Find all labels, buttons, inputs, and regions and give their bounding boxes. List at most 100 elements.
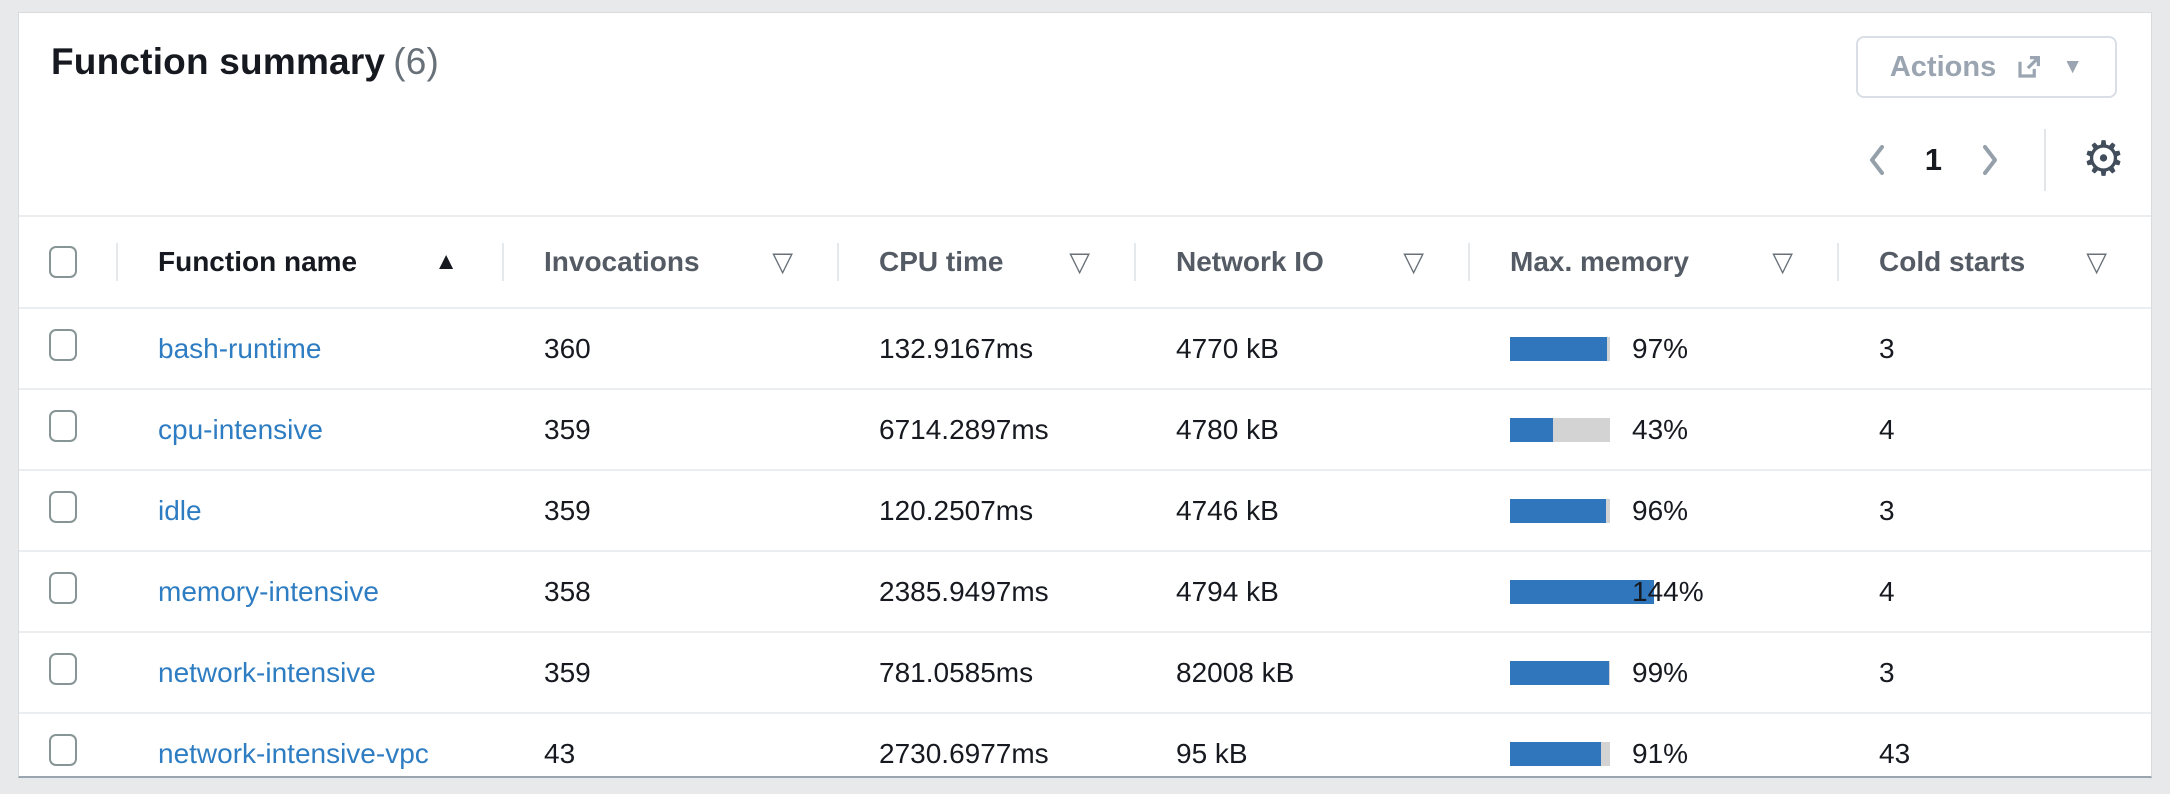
function-name-link[interactable]: idle — [158, 495, 202, 526]
function-name-link[interactable]: bash-runtime — [158, 333, 321, 364]
column-header-invocations[interactable]: Invocations ▽ — [502, 217, 837, 307]
memory-percent-label: 97% — [1632, 333, 1688, 365]
row-select-cell — [19, 653, 116, 692]
page-title-text: Function summary — [51, 41, 385, 82]
column-header-cpu-time[interactable]: CPU time ▽ — [837, 217, 1134, 307]
cpu-time-cell: 6714.2897ms — [837, 414, 1134, 446]
current-page-number[interactable]: 1 — [1921, 142, 1946, 178]
column-label: Network IO — [1176, 246, 1324, 278]
column-header-function-name[interactable]: Function name ▲ — [116, 217, 502, 307]
next-page-button[interactable] — [1972, 134, 2008, 186]
sort-toggle-icon[interactable]: ▽ — [772, 247, 793, 278]
function-name-link[interactable]: network-intensive — [158, 657, 376, 688]
memory-bar-track — [1510, 580, 1610, 604]
cpu-time-cell: 781.0585ms — [837, 657, 1134, 689]
cpu-time-cell: 2385.9497ms — [837, 576, 1134, 608]
table-row: memory-intensive 358 2385.9497ms 4794 kB… — [19, 550, 2151, 631]
function-name-link[interactable]: network-intensive-vpc — [158, 738, 429, 769]
pagination-divider — [2044, 129, 2046, 191]
sort-toggle-icon[interactable]: ▽ — [1403, 247, 1424, 278]
memory-bar-fill — [1510, 742, 1601, 766]
cpu-time-cell: 132.9167ms — [837, 333, 1134, 365]
sort-toggle-icon[interactable]: ▽ — [2086, 247, 2107, 278]
row-select-cell — [19, 410, 116, 449]
max-memory-cell: 97% — [1468, 333, 1837, 365]
cpu-time-cell: 2730.6977ms — [837, 738, 1134, 770]
memory-percent-label: 43% — [1632, 414, 1688, 446]
column-label: Max. memory — [1510, 246, 1689, 278]
cpu-time-cell: 120.2507ms — [837, 495, 1134, 527]
cold-starts-cell: 3 — [1837, 333, 2151, 365]
invocations-cell: 360 — [502, 333, 837, 365]
function-name-link[interactable]: cpu-intensive — [158, 414, 323, 445]
column-label: Invocations — [544, 246, 700, 278]
function-name-cell: idle — [116, 495, 502, 527]
column-label: CPU time — [879, 246, 1003, 278]
memory-bar-fill — [1510, 661, 1609, 685]
function-name-cell: bash-runtime — [116, 333, 502, 365]
function-name-cell: network-intensive — [116, 657, 502, 689]
cold-starts-cell: 4 — [1837, 414, 2151, 446]
max-memory-cell: 96% — [1468, 495, 1837, 527]
memory-percent-label: 99% — [1632, 657, 1688, 689]
sort-ascending-icon[interactable]: ▲ — [434, 248, 458, 276]
row-select-cell — [19, 734, 116, 773]
max-memory-cell: 43% — [1468, 414, 1837, 446]
row-select-cell — [19, 491, 116, 530]
max-memory-cell: 144% — [1468, 576, 1837, 608]
max-memory-cell: 91% — [1468, 738, 1837, 770]
row-checkbox[interactable] — [49, 653, 77, 685]
select-all-header-cell — [19, 217, 116, 307]
column-header-cold-starts[interactable]: Cold starts ▽ — [1837, 217, 2151, 307]
previous-page-button[interactable] — [1859, 134, 1895, 186]
select-all-checkbox[interactable] — [49, 246, 77, 278]
actions-button-label: Actions — [1890, 51, 1996, 84]
memory-bar-track — [1510, 499, 1610, 523]
row-checkbox[interactable] — [49, 410, 77, 442]
memory-bar-track — [1510, 661, 1610, 685]
row-checkbox[interactable] — [49, 491, 77, 523]
network-io-cell: 4794 kB — [1134, 576, 1468, 608]
memory-bar-fill — [1510, 418, 1553, 442]
function-summary-panel: Function summary(6) Actions ▼ — [18, 12, 2152, 778]
table-row: bash-runtime 360 132.9167ms 4770 kB 97% … — [19, 307, 2151, 388]
memory-bar-fill — [1510, 499, 1606, 523]
cold-starts-cell: 43 — [1837, 738, 2151, 770]
cold-starts-cell: 4 — [1837, 576, 2151, 608]
network-io-cell: 4770 kB — [1134, 333, 1468, 365]
row-select-cell — [19, 329, 116, 368]
network-io-cell: 4780 kB — [1134, 414, 1468, 446]
function-name-link[interactable]: memory-intensive — [158, 576, 379, 607]
invocations-cell: 359 — [502, 414, 837, 446]
row-checkbox[interactable] — [49, 734, 77, 766]
column-header-max-memory[interactable]: Max. memory ▽ — [1468, 217, 1837, 307]
sort-toggle-icon[interactable]: ▽ — [1772, 247, 1793, 278]
cold-starts-cell: 3 — [1837, 657, 2151, 689]
table-row: network-intensive 359 781.0585ms 82008 k… — [19, 631, 2151, 712]
actions-button[interactable]: Actions ▼ — [1856, 36, 2117, 98]
column-label: Cold starts — [1879, 246, 2025, 278]
row-select-cell — [19, 572, 116, 611]
row-checkbox[interactable] — [49, 572, 77, 604]
table-header-row: Function name ▲ Invocations ▽ CPU time ▽ — [19, 215, 2151, 307]
external-link-icon — [2014, 52, 2044, 82]
column-label: Function name — [158, 246, 357, 278]
invocations-cell: 359 — [502, 495, 837, 527]
row-checkbox[interactable] — [49, 329, 77, 361]
sort-toggle-icon[interactable]: ▽ — [1069, 247, 1090, 278]
max-memory-cell: 99% — [1468, 657, 1837, 689]
function-name-cell: network-intensive-vpc — [116, 738, 502, 770]
caret-down-icon: ▼ — [2062, 55, 2083, 79]
invocations-cell: 358 — [502, 576, 837, 608]
settings-gear-icon[interactable]: ⚙ — [2082, 134, 2125, 186]
function-name-cell: cpu-intensive — [116, 414, 502, 446]
memory-bar-track — [1510, 742, 1610, 766]
column-header-network-io[interactable]: Network IO ▽ — [1134, 217, 1468, 307]
memory-bar-track — [1510, 418, 1610, 442]
table-row: idle 359 120.2507ms 4746 kB 96% 3 — [19, 469, 2151, 550]
memory-bar-fill — [1510, 337, 1607, 361]
memory-percent-label: 144% — [1632, 576, 1704, 608]
page-title: Function summary(6) — [51, 41, 439, 83]
panel-header: Function summary(6) Actions ▼ — [19, 13, 2151, 215]
item-count: (6) — [385, 41, 439, 82]
